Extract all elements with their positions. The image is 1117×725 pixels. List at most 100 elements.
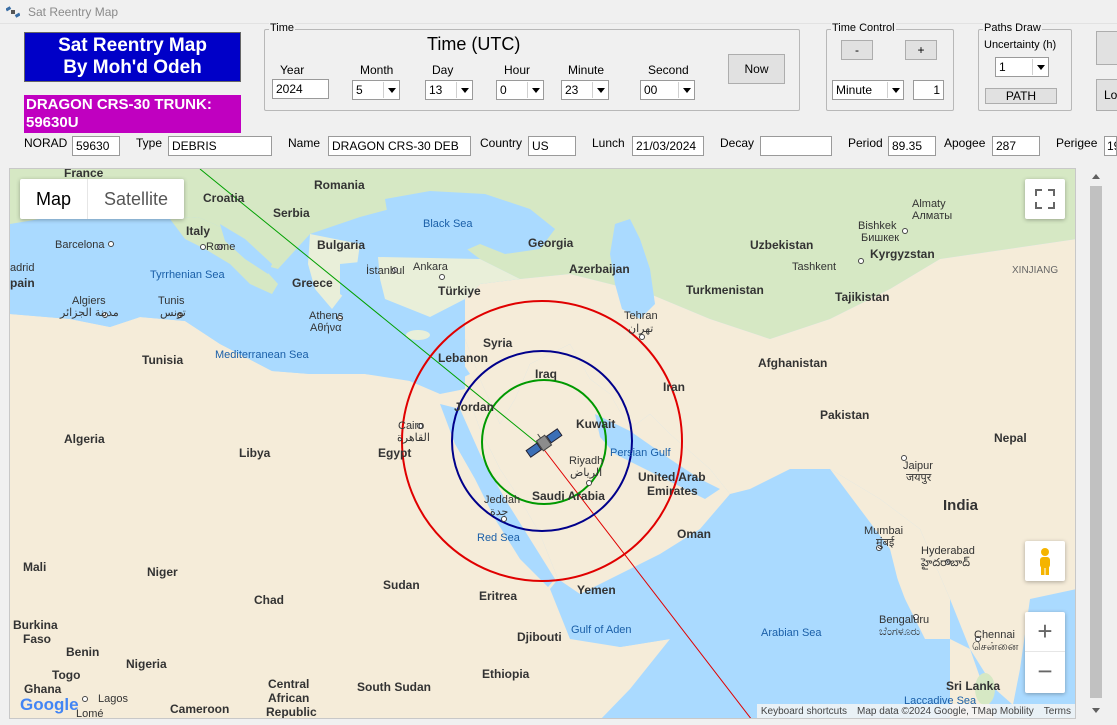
month-label: Month	[360, 63, 394, 77]
label-xinjiang: XINJIANG	[1012, 265, 1058, 276]
map-type-control: Map Satellite	[20, 179, 185, 219]
map-type-satellite-button[interactable]: Satellite	[88, 179, 184, 219]
google-logo[interactable]: Google	[20, 695, 79, 715]
month-select[interactable]: 5	[352, 80, 400, 100]
scroll-down-icon[interactable]	[1092, 708, 1100, 713]
time-unit-select[interactable]: Minute	[832, 80, 904, 100]
label-serbia: Serbia	[273, 206, 310, 220]
label-south-sudan: South Sudan	[357, 680, 431, 694]
now-button[interactable]: Now	[728, 54, 785, 84]
label-tunisia: Tunisia	[142, 353, 183, 367]
label-iraq: Iraq	[535, 367, 557, 381]
uncertainty-select[interactable]: 1	[995, 57, 1049, 77]
label-burkina-2: Faso	[23, 632, 51, 646]
label-black-sea: Black Sea	[423, 218, 473, 230]
side-button-top[interactable]	[1096, 31, 1117, 65]
label-riyadh-local: الرياض	[570, 467, 602, 479]
label-barcelona: Barcelona	[55, 239, 105, 251]
label-turkiye: Türkiye	[438, 284, 481, 298]
keyboard-shortcuts-link[interactable]: Keyboard shortcuts	[761, 706, 847, 717]
time-plus-button[interactable]: +	[905, 40, 937, 60]
label-jeddah-local: جدة	[490, 506, 508, 518]
label-algiers-local: مدينة الجزائر	[59, 307, 119, 319]
hour-select[interactable]: 0	[496, 80, 544, 100]
perigee-label: Perigee	[1056, 136, 1098, 150]
chevron-down-icon[interactable]	[527, 82, 542, 98]
label-mumbai: Mumbai	[864, 525, 903, 537]
zoom-out-button[interactable]: −	[1025, 652, 1065, 692]
label-jaipur: Jaipur	[903, 460, 933, 472]
label-tehran-local: تهران	[628, 323, 653, 335]
satellite-label: DRAGON CRS-30 TRUNK: 59630U	[24, 95, 241, 133]
label-kyrgyzstan: Kyrgyzstan	[870, 247, 935, 261]
label-lagos: Lagos	[98, 693, 128, 705]
label-tunis: Tunis	[158, 295, 185, 307]
apogee-input[interactable]: 287	[992, 136, 1040, 156]
side-button-lower[interactable]: Lo	[1096, 79, 1117, 111]
banner-author: By Moh'd Odeh	[63, 57, 202, 78]
label-ghana: Ghana	[24, 682, 62, 696]
label-bishkek: Bishkek	[858, 220, 897, 232]
country-label: Country	[480, 136, 523, 150]
terms-link[interactable]: Terms	[1044, 706, 1071, 717]
banner-title: Sat Reentry Map	[58, 35, 207, 56]
label-car-1: Central	[268, 677, 309, 691]
period-input[interactable]: 89.35	[888, 136, 936, 156]
day-select[interactable]: 13	[425, 80, 473, 100]
label-mumbai-local: मुंबई	[876, 536, 895, 549]
country-input[interactable]: US	[528, 136, 576, 156]
label-sudan: Sudan	[383, 578, 420, 592]
time-step-input[interactable]: 1	[913, 80, 944, 100]
time-minus-button[interactable]: -	[841, 40, 873, 60]
window-title: Sat Reentry Map	[28, 4, 119, 19]
year-input[interactable]: 2024	[272, 79, 329, 99]
app-window: Sat Reentry Map Sat Reentry Map By Moh'd…	[0, 0, 1117, 725]
label-romania: Romania	[314, 178, 365, 192]
scroll-up-icon[interactable]	[1092, 174, 1100, 179]
type-input[interactable]: DEBRIS	[168, 136, 272, 156]
path-button[interactable]: PATH	[985, 88, 1057, 104]
chevron-down-icon[interactable]	[383, 82, 398, 98]
label-jaipur-local: जयपुर	[906, 472, 932, 484]
label-hyderabad-local: హైదరాబాద్	[920, 556, 970, 570]
chevron-down-icon[interactable]	[1032, 59, 1047, 75]
chevron-down-icon[interactable]	[678, 82, 693, 98]
label-algeria: Algeria	[64, 432, 105, 446]
reentry-map[interactable]: France Romania Croatia Serbia Italy Rome…	[9, 168, 1076, 719]
chevron-down-icon[interactable]	[592, 82, 607, 98]
label-niger: Niger	[147, 565, 178, 579]
label-nigeria: Nigeria	[126, 657, 167, 671]
pegman-icon	[1040, 548, 1050, 575]
decay-input[interactable]	[760, 136, 832, 156]
time-control-title: Time Control	[831, 22, 896, 34]
label-cameroon: Cameroon	[170, 702, 229, 716]
perigee-input[interactable]: 19	[1104, 136, 1117, 156]
label-gulf-aden: Gulf of Aden	[571, 624, 632, 636]
second-select[interactable]: 00	[640, 80, 695, 100]
chevron-down-icon[interactable]	[887, 82, 902, 98]
street-view-pegman[interactable]	[1025, 541, 1065, 581]
launch-input[interactable]: 21/03/2024	[632, 136, 704, 156]
chevron-down-icon[interactable]	[456, 82, 471, 98]
land-cyprus	[406, 330, 430, 340]
fullscreen-button[interactable]	[1025, 179, 1065, 219]
label-bengaluru: Bengaluru	[879, 614, 929, 626]
norad-input[interactable]: 59630	[72, 136, 120, 156]
side-button-lower-label: Lo	[1104, 88, 1117, 102]
minute-select[interactable]: 23	[561, 80, 609, 100]
label-chad: Chad	[254, 593, 284, 607]
label-tajikistan: Tajikistan	[835, 290, 889, 304]
year-label: Year	[280, 63, 305, 77]
name-input[interactable]: DRAGON CRS-30 DEB	[328, 136, 471, 156]
label-arabian-sea: Arabian Sea	[761, 627, 822, 639]
vertical-scrollbar[interactable]	[1087, 168, 1105, 719]
decay-label: Decay	[720, 136, 755, 150]
map-canvas[interactable]: France Romania Croatia Serbia Italy Rome…	[10, 169, 1076, 719]
scrollbar-thumb[interactable]	[1090, 186, 1102, 698]
label-rome: Rome	[206, 241, 235, 253]
label-lebanon: Lebanon	[438, 351, 488, 365]
zoom-control: + −	[1025, 612, 1065, 693]
label-uae-2: Emirates	[647, 484, 698, 498]
map-type-map-button[interactable]: Map	[20, 179, 89, 219]
zoom-in-button[interactable]: +	[1025, 612, 1065, 652]
